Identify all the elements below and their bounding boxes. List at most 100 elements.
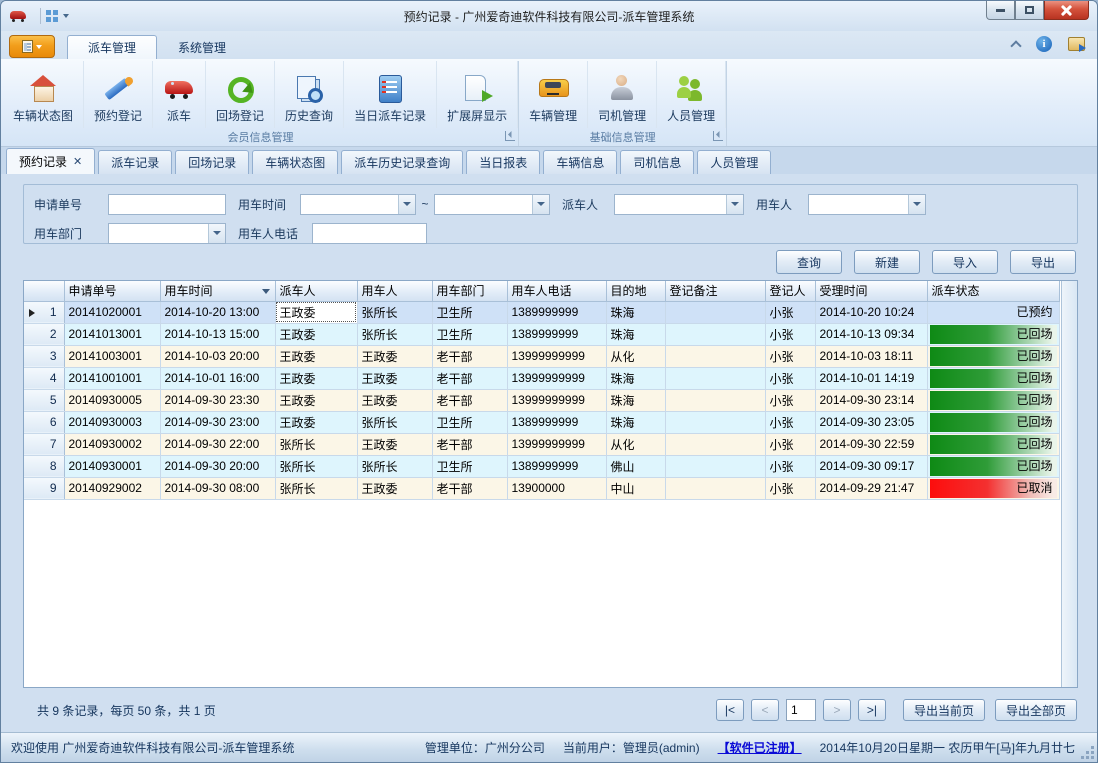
table-row[interactable]: 8 20140930001 2014-09-30 20:00 张所长 张所长 卫… xyxy=(24,455,1059,477)
remark-cell[interactable] xyxy=(665,477,765,499)
phone-cell[interactable]: 1389999999 xyxy=(507,455,606,477)
registrar-cell[interactable]: 小张 xyxy=(765,367,815,389)
registrar-cell[interactable]: 小张 xyxy=(765,389,815,411)
user-cell[interactable]: 王政委 xyxy=(357,433,432,455)
chevron-down-icon[interactable] xyxy=(532,195,549,214)
collapse-ribbon-icon[interactable] xyxy=(1010,40,1021,51)
phone-cell[interactable]: 13999999999 xyxy=(507,345,606,367)
col-use-time[interactable]: 用车时间 xyxy=(160,281,275,301)
vertical-scrollbar[interactable] xyxy=(1061,281,1077,687)
user-cell[interactable]: 王政委 xyxy=(357,477,432,499)
dept-cell[interactable]: 卫生所 xyxy=(432,411,507,433)
accept-time-cell[interactable]: 2014-09-30 23:14 xyxy=(815,389,927,411)
status-cell[interactable]: 已回场 xyxy=(927,323,1059,345)
col-accept-time[interactable]: 受理时间 xyxy=(815,281,927,301)
dept-cell[interactable]: 卫生所 xyxy=(432,301,507,323)
registrar-cell[interactable]: 小张 xyxy=(765,433,815,455)
phone-cell[interactable]: 1389999999 xyxy=(507,301,606,323)
use-time-cell[interactable]: 2014-09-30 23:00 xyxy=(160,411,275,433)
document-tab[interactable]: 车辆信息 xyxy=(543,150,617,174)
ribbon-button[interactable]: 派车 xyxy=(153,61,206,128)
dest-cell[interactable]: 珠海 xyxy=(606,301,665,323)
user-cell[interactable]: 张所长 xyxy=(357,411,432,433)
close-button[interactable] xyxy=(1044,1,1089,20)
accept-time-cell[interactable]: 2014-09-30 23:05 xyxy=(815,411,927,433)
ribbon-tab-system[interactable]: 系统管理 xyxy=(157,35,247,59)
col-phone[interactable]: 用车人电话 xyxy=(507,281,606,301)
document-tab[interactable]: 人员管理 xyxy=(697,150,771,174)
dest-cell[interactable]: 珠海 xyxy=(606,323,665,345)
use-time-from-combo[interactable] xyxy=(300,194,416,215)
accept-time-cell[interactable]: 2014-09-30 22:59 xyxy=(815,433,927,455)
remark-cell[interactable] xyxy=(665,323,765,345)
table-row[interactable]: 4 20141001001 2014-10-01 16:00 王政委 王政委 老… xyxy=(24,367,1059,389)
remark-cell[interactable] xyxy=(665,367,765,389)
status-cell[interactable]: 已回场 xyxy=(927,411,1059,433)
ribbon-button[interactable]: 车辆管理 xyxy=(519,61,588,128)
ribbon-button[interactable]: 预约登记 xyxy=(84,61,153,128)
dest-cell[interactable]: 珠海 xyxy=(606,389,665,411)
minimize-button[interactable] xyxy=(986,1,1015,20)
table-row[interactable]: 3 20141003001 2014-10-03 20:00 王政委 王政委 老… xyxy=(24,345,1059,367)
license-link[interactable]: 【软件已注册】 xyxy=(718,739,802,756)
export-button[interactable]: 导出 xyxy=(1010,250,1076,274)
phone-cell[interactable]: 1389999999 xyxy=(507,411,606,433)
chevron-down-icon[interactable] xyxy=(398,195,415,214)
dest-cell[interactable]: 从化 xyxy=(606,345,665,367)
dispatcher-cell[interactable]: 张所长 xyxy=(275,433,357,455)
status-cell[interactable]: 已回场 xyxy=(927,455,1059,477)
user-cell[interactable]: 张所长 xyxy=(357,301,432,323)
order-no-cell[interactable]: 20141001001 xyxy=(64,367,160,389)
accept-time-cell[interactable]: 2014-10-01 14:19 xyxy=(815,367,927,389)
use-time-cell[interactable]: 2014-09-30 22:00 xyxy=(160,433,275,455)
accept-time-cell[interactable]: 2014-10-13 09:34 xyxy=(815,323,927,345)
order-no-cell[interactable]: 20140930005 xyxy=(64,389,160,411)
ribbon-button[interactable]: 扩展屏显示 xyxy=(437,61,518,128)
chevron-down-icon[interactable] xyxy=(208,224,225,243)
dispatcher-combo[interactable] xyxy=(614,194,744,215)
order-no-cell[interactable]: 20140930003 xyxy=(64,411,160,433)
registrar-cell[interactable]: 小张 xyxy=(765,477,815,499)
chevron-down-icon[interactable] xyxy=(726,195,743,214)
registrar-cell[interactable]: 小张 xyxy=(765,301,815,323)
user-cell[interactable]: 王政委 xyxy=(357,345,432,367)
col-registrar[interactable]: 登记人 xyxy=(765,281,815,301)
dialog-launcher-icon[interactable] xyxy=(713,131,723,141)
registrar-cell[interactable]: 小张 xyxy=(765,455,815,477)
registrar-cell[interactable]: 小张 xyxy=(765,345,815,367)
phone-cell[interactable]: 13900000 xyxy=(507,477,606,499)
dest-cell[interactable]: 中山 xyxy=(606,477,665,499)
dispatcher-cell[interactable]: 王政委 xyxy=(275,367,357,389)
dispatcher-cell[interactable]: 张所长 xyxy=(275,477,357,499)
order-no-cell[interactable]: 20140930001 xyxy=(64,455,160,477)
user-cell[interactable]: 张所长 xyxy=(357,455,432,477)
row-number-cell[interactable]: 4 xyxy=(24,367,64,389)
col-dept[interactable]: 用车部门 xyxy=(432,281,507,301)
new-button[interactable]: 新建 xyxy=(854,250,920,274)
last-page-button[interactable]: >| xyxy=(858,699,886,721)
remark-cell[interactable] xyxy=(665,345,765,367)
row-number-cell[interactable]: 6 xyxy=(24,411,64,433)
ribbon-tab-dispatch[interactable]: 派车管理 xyxy=(67,35,157,59)
document-tab[interactable]: 派车记录 xyxy=(98,150,172,174)
table-row[interactable]: 9 20140929002 2014-09-30 08:00 张所长 王政委 老… xyxy=(24,477,1059,499)
order-no-cell[interactable]: 20141003001 xyxy=(64,345,160,367)
use-time-cell[interactable]: 2014-09-30 23:30 xyxy=(160,389,275,411)
dest-cell[interactable]: 珠海 xyxy=(606,411,665,433)
user-cell[interactable]: 王政委 xyxy=(357,367,432,389)
dispatcher-cell[interactable]: 王政委 xyxy=(275,323,357,345)
use-time-to-combo[interactable] xyxy=(434,194,550,215)
row-number-cell[interactable]: 9 xyxy=(24,477,64,499)
table-row[interactable]: 6 20140930003 2014-09-30 23:00 王政委 张所长 卫… xyxy=(24,411,1059,433)
use-time-cell[interactable]: 2014-09-30 20:00 xyxy=(160,455,275,477)
query-button[interactable]: 查询 xyxy=(776,250,842,274)
user-cell[interactable]: 王政委 xyxy=(357,389,432,411)
resize-grip[interactable] xyxy=(1082,747,1094,759)
row-number-cell[interactable]: 2 xyxy=(24,323,64,345)
table-row[interactable]: 5 20140930005 2014-09-30 23:30 王政委 王政委 老… xyxy=(24,389,1059,411)
dept-cell[interactable]: 老干部 xyxy=(432,345,507,367)
row-number-cell[interactable]: 7 xyxy=(24,433,64,455)
status-cell[interactable]: 已预约 xyxy=(927,301,1059,323)
remark-cell[interactable] xyxy=(665,411,765,433)
order-no-cell[interactable]: 20141020001 xyxy=(64,301,160,323)
